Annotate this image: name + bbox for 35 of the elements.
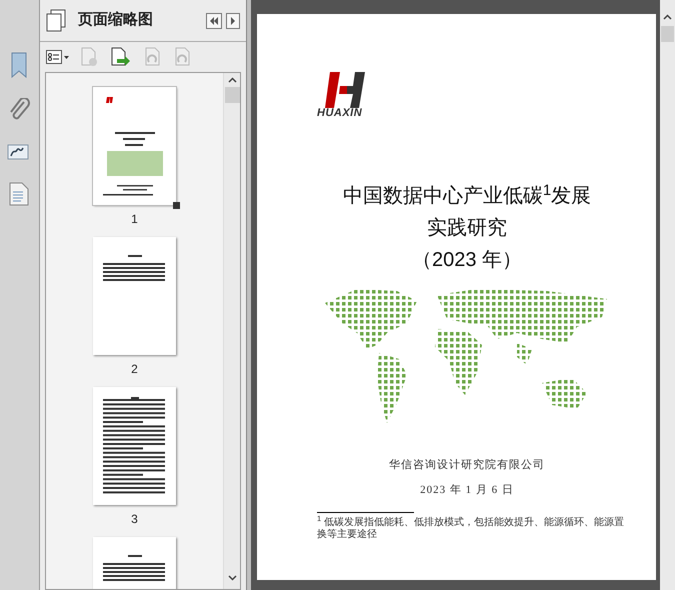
scroll-down-icon[interactable]	[228, 575, 237, 581]
document-title: 中国数据中心产业低碳$^{1}$发展	[342, 183, 592, 209]
logo-drawing: HUAXIN	[317, 72, 373, 119]
paperclip-icon[interactable]	[8, 98, 30, 122]
scrollbar-thumb[interactable]	[661, 26, 674, 42]
signature-icon[interactable]	[7, 142, 32, 162]
document-icon[interactable]	[9, 182, 30, 206]
right-arrow-icon	[230, 16, 236, 24]
document-date: 2023 年 1 月 6 日	[420, 482, 514, 498]
pages-icon	[46, 8, 66, 32]
page-thumbnail[interactable]	[92, 87, 176, 205]
page-content-drawing	[102, 555, 165, 581]
scroll-up-icon[interactable]	[228, 77, 237, 83]
scrollbar[interactable]	[660, 0, 675, 590]
company-name: 华信咨询设计研究院有限公司	[389, 458, 545, 473]
footnote: $^{1}$ 低碳发展指低能耗、低排放模式，包括能效提升、能源循环、能源置换等主要途径	[317, 517, 625, 541]
panel-title: 页面缩略图	[78, 10, 154, 30]
options-menu-button[interactable]	[46, 50, 69, 64]
page-content-drawing	[102, 255, 165, 281]
caret-icon	[64, 56, 69, 58]
page-number: 1	[131, 211, 138, 228]
insert-page-icon[interactable]	[110, 47, 131, 67]
page-thumbnail[interactable]	[92, 387, 176, 505]
expand-button[interactable]	[226, 12, 240, 28]
scrollbar-thumb[interactable]	[224, 87, 240, 103]
collapse-button[interactable]	[206, 12, 222, 28]
selection-marker	[172, 202, 180, 209]
scrollbar[interactable]	[223, 73, 240, 589]
document-title: （2023 年）	[412, 248, 522, 273]
page-thumbnail[interactable]	[92, 237, 176, 355]
double-left-arrow-icon	[209, 16, 220, 24]
document-title: 实践研究	[427, 216, 507, 241]
page-number: 2	[131, 361, 138, 378]
scroll-up-icon[interactable]	[663, 14, 672, 20]
page-number: 3	[131, 511, 138, 528]
